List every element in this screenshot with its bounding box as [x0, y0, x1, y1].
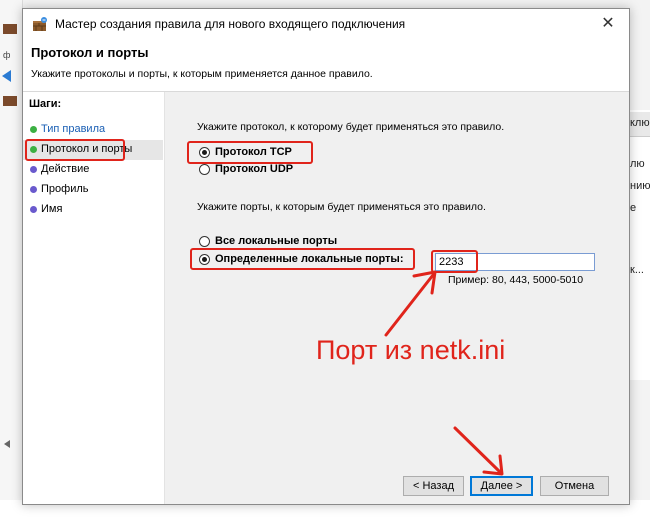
arrow-to-next-button — [453, 426, 504, 476]
annotation-text: Порт из netk.ini — [316, 335, 506, 365]
arrow-to-port-input — [384, 270, 437, 337]
annotation-arrows — [384, 270, 504, 476]
